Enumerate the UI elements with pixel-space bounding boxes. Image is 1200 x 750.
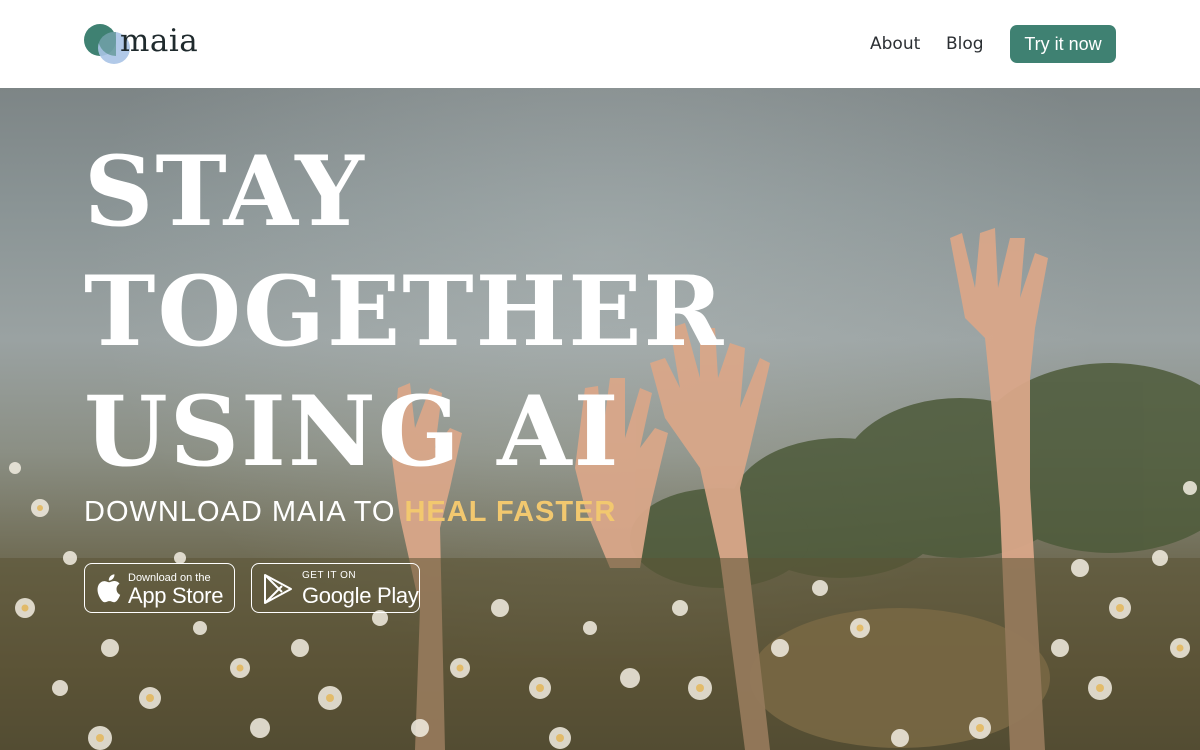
- hero-headline-line-1: STAY: [84, 135, 366, 248]
- hero-headline-line-2: TOGETHER: [84, 255, 726, 368]
- maia-logo[interactable]: maia: [84, 22, 204, 66]
- site-header: maia About Blog Try it now: [0, 0, 1200, 88]
- hero-headline-line-3: USING AI: [84, 375, 621, 488]
- subheading-highlight: HEAL FASTER: [404, 496, 617, 528]
- apple-icon: [97, 574, 121, 603]
- google-play-button[interactable]: GET IT ON Google Play: [251, 563, 420, 613]
- google-play-icon: [264, 574, 292, 604]
- hero-section: STAY TOGETHER USING AI DOWNLOAD MAIA TO …: [0, 88, 1200, 750]
- google-play-small-label: GET IT ON: [302, 570, 357, 581]
- nav-link-blog[interactable]: Blog: [946, 34, 984, 54]
- hero-subheading: DOWNLOAD MAIA TO HEAL FASTER: [84, 496, 616, 529]
- subheading-prefix: DOWNLOAD MAIA TO: [84, 496, 405, 528]
- try-it-now-button[interactable]: Try it now: [1010, 25, 1116, 63]
- logo-wordmark: maia: [120, 23, 199, 59]
- nav-link-about[interactable]: About: [870, 34, 920, 54]
- app-store-big-label: App Store: [128, 583, 224, 608]
- google-play-big-label: Google Play: [302, 583, 419, 608]
- app-store-button[interactable]: Download on the App Store: [84, 563, 235, 613]
